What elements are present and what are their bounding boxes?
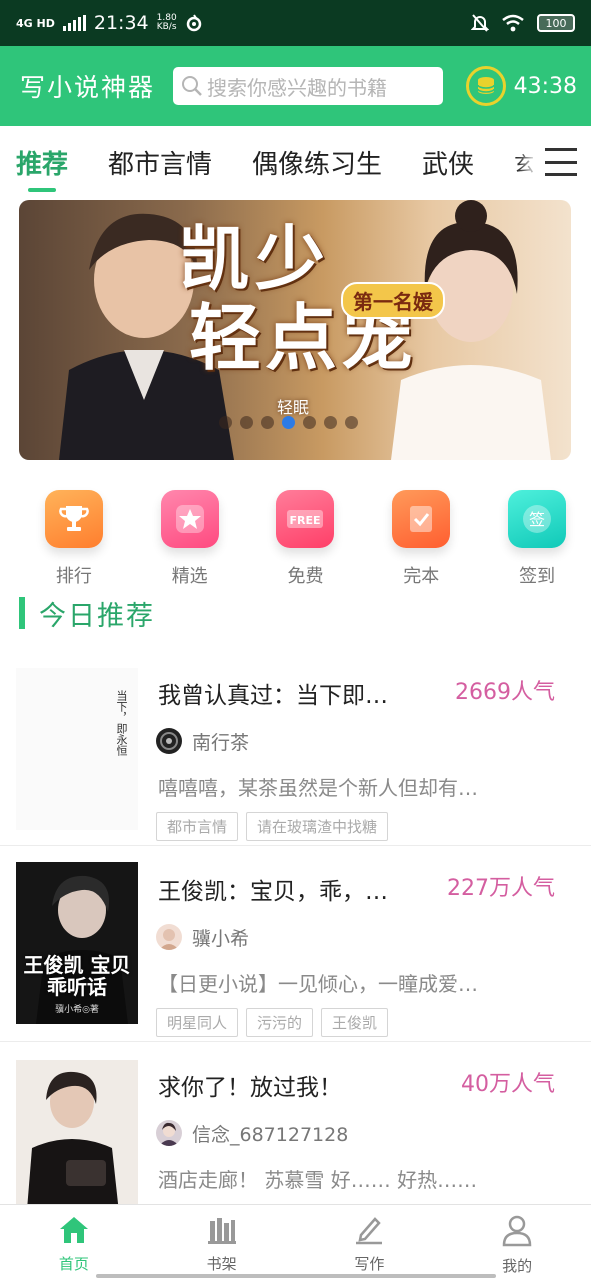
- home-icon: [59, 1217, 88, 1243]
- timer-value: 43:38: [513, 73, 577, 99]
- tab-urban-romance[interactable]: 都市言情: [108, 126, 212, 198]
- app-header: 写小说神器 搜索你感兴趣的书籍 43:38: [0, 46, 591, 126]
- trophy-icon: [44, 490, 103, 548]
- author-avatar: [156, 1120, 182, 1146]
- svg-text:签: 签: [529, 510, 545, 529]
- banner-carousel[interactable]: 凯少 轻点宠 第一名媛 轻眠: [19, 200, 571, 460]
- bookshelf-icon: [207, 1218, 236, 1244]
- user-icon: [502, 1215, 532, 1247]
- book-tag[interactable]: 王俊凯: [321, 1008, 389, 1037]
- book-cover: 当下，即永恒: [16, 668, 138, 830]
- book-cover: [16, 1060, 138, 1222]
- book-tag[interactable]: 明星同人: [156, 1008, 239, 1037]
- signal-icon: [62, 15, 86, 31]
- star-icon: [160, 490, 219, 548]
- carousel-dot[interactable]: [303, 416, 316, 429]
- search-icon: [182, 76, 202, 96]
- carousel-dot-active[interactable]: [282, 416, 295, 429]
- book-popularity: 227万人气: [447, 876, 555, 901]
- book-tags: 都市言情 请在玻璃渣中找糖: [156, 812, 389, 841]
- status-bar: 4G HD 21:34 1.80 KB/s 100: [0, 0, 591, 46]
- wifi-icon: [502, 14, 524, 32]
- book-cover: 王俊凯 宝贝乖听话 骥小希◎著: [16, 862, 138, 1024]
- search-placeholder: 搜索你感兴趣的书籍: [207, 75, 388, 100]
- book-author: 骥小希: [192, 928, 250, 950]
- author-avatar: [156, 924, 182, 950]
- free-icon: FREE: [276, 490, 335, 548]
- battery-level: 100: [545, 16, 567, 30]
- net-speed: 1.80 KB/s: [156, 13, 177, 32]
- book-tags: 明星同人 污污的 王俊凯: [156, 1008, 389, 1037]
- sign-in-icon: 签: [508, 490, 567, 548]
- quick-link-featured[interactable]: 精选: [136, 490, 244, 588]
- banner-author: 轻眠: [277, 398, 310, 417]
- search-input[interactable]: 搜索你感兴趣的书籍: [173, 67, 444, 105]
- pen-icon: [356, 1217, 383, 1245]
- home-indicator[interactable]: [96, 1274, 496, 1278]
- book-item[interactable]: 王俊凯 宝贝乖听话 骥小希◎著 王俊凯：宝贝，乖，… 227万人气 骥小希 【日…: [0, 846, 591, 1042]
- nav-bookshelf[interactable]: 书架: [148, 1205, 296, 1280]
- bottom-nav: 首页 书架 写作 我的: [0, 1204, 591, 1280]
- book-item[interactable]: 当下，即永恒 我曾认真过：当下即… 2669人气 南行茶 嘻嘻嘻，某茶虽然是个新…: [0, 650, 591, 846]
- tab-wuxia[interactable]: 武侠: [422, 126, 474, 198]
- nav-write[interactable]: 写作: [296, 1205, 444, 1280]
- tab-fantasy[interactable]: 玄: [514, 126, 534, 198]
- section-title: 今日推荐: [39, 600, 155, 632]
- book-tag[interactable]: 污污的: [246, 1008, 314, 1037]
- mute-icon: [471, 14, 489, 32]
- quick-links: 排行 精选 FREE 免费 完本 签 签到: [0, 490, 591, 588]
- carousel-dot[interactable]: [219, 416, 232, 429]
- carousel-dot[interactable]: [345, 416, 358, 429]
- carousel-dot[interactable]: [240, 416, 253, 429]
- quick-link-completed[interactable]: 完本: [367, 490, 475, 588]
- book-description: 【日更小说】一见倾心，一瞳成爱…: [158, 972, 478, 996]
- book-description: 嘻嘻嘻，某茶虽然是个新人但却有…: [158, 776, 478, 800]
- nav-profile[interactable]: 我的: [443, 1205, 591, 1280]
- menu-icon[interactable]: [541, 144, 581, 180]
- section-accent-bar: [19, 597, 25, 629]
- book-title: 王俊凯：宝贝，乖，…: [158, 879, 388, 905]
- book-author: 南行茶: [192, 732, 250, 754]
- check-icon: [392, 490, 451, 548]
- category-tabs: 推荐 都市言情 偶像练习生 武侠 玄: [0, 126, 591, 198]
- clock: 21:34: [93, 12, 149, 34]
- book-description: 酒店走廊！ 苏慕雪 好…… 好热……: [158, 1168, 478, 1192]
- reading-timer[interactable]: 43:38: [465, 66, 577, 106]
- app-notification-icon: [186, 14, 201, 32]
- tab-recommend[interactable]: 推荐: [16, 126, 68, 198]
- book-popularity: 2669人气: [455, 680, 555, 705]
- book-title: 我曾认真过：当下即…: [158, 683, 388, 709]
- app-title: 写小说神器: [20, 73, 156, 102]
- coin-icon: [465, 66, 506, 106]
- quick-link-ranking[interactable]: 排行: [20, 490, 128, 588]
- book-author: 信念_687127128: [192, 1124, 349, 1146]
- quick-link-sign-in[interactable]: 签 签到: [483, 490, 591, 588]
- book-tag[interactable]: 请在玻璃渣中找糖: [246, 812, 389, 841]
- quick-link-free[interactable]: FREE 免费: [252, 490, 360, 588]
- section-header: 今日推荐: [19, 596, 155, 632]
- battery-icon: 100: [537, 14, 575, 32]
- author-avatar: [156, 728, 182, 754]
- network-type: 4G HD: [16, 16, 55, 30]
- carousel-dots: [219, 416, 358, 429]
- svg-text:FREE: FREE: [290, 514, 321, 527]
- banner-badge: 第一名媛: [341, 282, 445, 319]
- book-popularity: 40万人气: [461, 1072, 555, 1097]
- book-tag[interactable]: 都市言情: [156, 812, 239, 841]
- carousel-dot[interactable]: [324, 416, 337, 429]
- book-title: 求你了！放过我！: [158, 1075, 342, 1101]
- tab-idol-trainee[interactable]: 偶像练习生: [252, 126, 382, 198]
- nav-home[interactable]: 首页: [0, 1205, 148, 1280]
- carousel-dot[interactable]: [261, 416, 274, 429]
